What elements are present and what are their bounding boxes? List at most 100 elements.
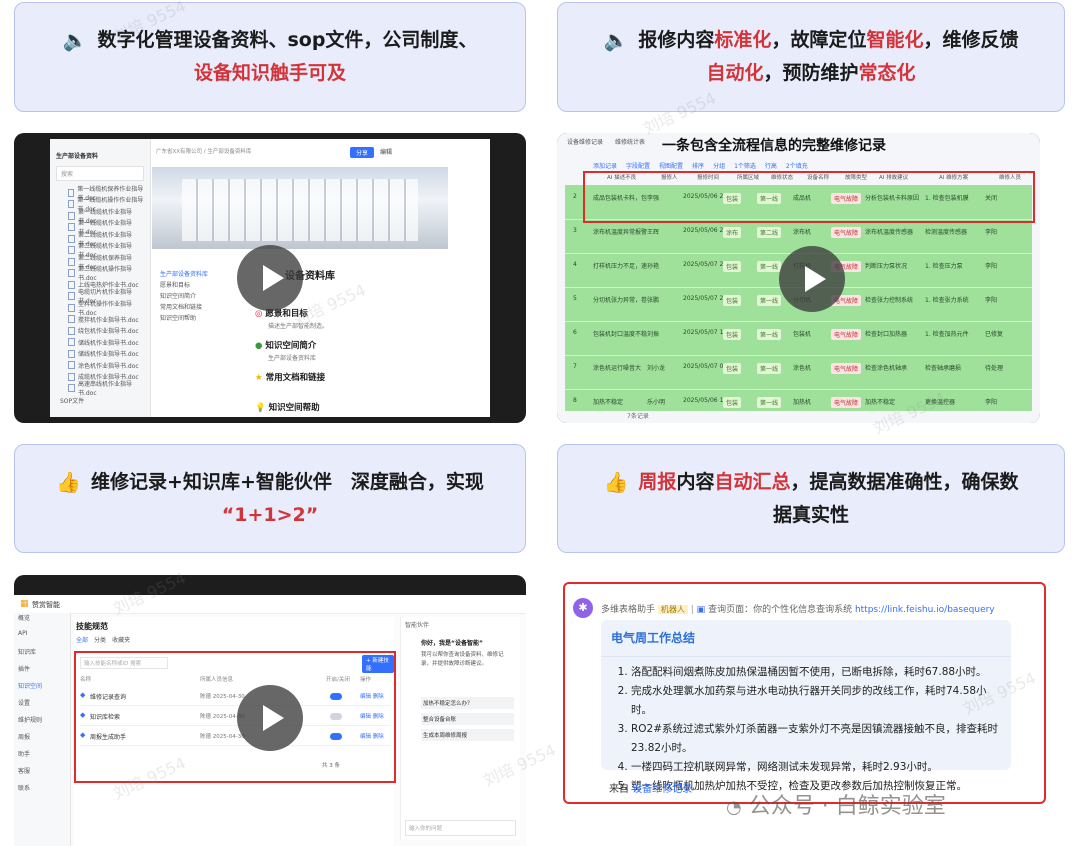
skill-actions[interactable]: 编辑 删除	[360, 712, 384, 720]
toolbar-item[interactable]: 2个填充	[786, 163, 808, 170]
file-item[interactable]: 塑料机操作作业指导书.doc	[68, 301, 150, 317]
sidebar-item[interactable]: 助手	[14, 749, 70, 766]
table-toolbar[interactable]: 添加记录 字段配置 视图配置 排序 分组 1个筛选 行高 2个填充	[593, 161, 817, 170]
toolbar-item[interactable]: 字段配置	[626, 163, 650, 170]
skill-icon: ◆	[80, 731, 86, 739]
skill-toggle[interactable]	[330, 693, 342, 700]
play-button[interactable]	[237, 685, 303, 751]
table-cell: 3	[573, 227, 577, 234]
report-source: 来自 设备维修记录	[609, 784, 693, 795]
view-tabs[interactable]: 设备维修记录 维修统计表	[567, 137, 645, 146]
file-item[interactable]: 绕包机作业指导书.doc	[68, 325, 150, 337]
space-title: 生产部设备资料	[56, 153, 99, 160]
table-cell: 第一线	[757, 261, 782, 272]
knowledge-base-video[interactable]: 生产部设备资料 搜索 第一线缆机保养作业指导书.doc 第一线缆机操作作业指导书.…	[14, 133, 526, 423]
table-cell: 2	[573, 193, 577, 200]
file-item[interactable]: 高速串线机作业指导书.doc	[68, 381, 150, 397]
wechat-icon: ◔	[726, 797, 742, 818]
table-cell: 涂布机	[793, 229, 812, 236]
skill-actions[interactable]: 编辑 删除	[360, 732, 384, 740]
toc-item[interactable]: 常用文档和链接	[160, 302, 240, 313]
table-cell: 检查封口加热器	[865, 331, 908, 338]
skill-toggle[interactable]	[330, 713, 342, 720]
sidebar-item[interactable]: 概览	[14, 613, 70, 630]
toolbar-item[interactable]: 添加记录	[593, 163, 617, 170]
toolbar-item[interactable]: 1个筛选	[734, 163, 756, 170]
file-item[interactable]: 搅拌机作业指导书.doc	[68, 314, 150, 326]
file-item[interactable]: 第二线缆机操作指导书.doc	[68, 266, 150, 282]
table-cell: 乐小明	[647, 399, 666, 406]
toolbar-item[interactable]: 视图配置	[659, 163, 683, 170]
play-button[interactable]	[237, 245, 303, 311]
table-cell: 1. 检查张力系统	[925, 297, 969, 304]
highlight-box	[583, 171, 1035, 223]
table-cell: 包装	[723, 295, 742, 306]
pagination[interactable]: 共 3 条	[322, 761, 340, 769]
table-row[interactable]: 6包装机封口温度不稳定刘振2025/05/07 15:04包装第一线包装机电气故…	[565, 321, 1032, 356]
toc-item[interactable]: 生产部设备资料库	[160, 269, 240, 280]
feature-card-document-management: 🔈 数字化管理设备资料、sop文件，公司制度、 设备知识触手可及	[14, 2, 526, 112]
toolbar-item[interactable]: 行高	[765, 163, 777, 170]
chat-suggestion[interactable]: 加热不稳定怎么办？	[421, 697, 514, 709]
smart-agent-video[interactable]: ▦ 赞赏智能 概览 API 知识库 插件 知识空间 设置 维护规则 周报 助手 客服 联系 技能规范…	[14, 575, 526, 846]
skill-toggle[interactable]	[330, 733, 342, 740]
file-item[interactable]: 涂色机作业指导书.doc	[68, 360, 150, 372]
sidebar-item[interactable]: 插件	[14, 664, 70, 681]
chat-suggestion[interactable]: 生成本周维修周报	[421, 729, 514, 741]
skill-search-input[interactable]: 输入技能名称或ID 搜索	[80, 657, 168, 669]
chat-input[interactable]: 输入你的问题	[405, 820, 516, 836]
skill-actions[interactable]: 编辑 删除	[360, 692, 384, 700]
query-link[interactable]: https://link.feishu.io/basequery	[855, 605, 995, 615]
skill-tabs[interactable]: 全部 分类 收藏夹	[74, 632, 394, 647]
table-cell: 第一线	[757, 295, 782, 306]
toolbar-item[interactable]: 排序	[692, 163, 704, 170]
toc-item[interactable]: 知识空间帮助	[160, 313, 240, 324]
sidebar-item[interactable]: 客服	[14, 766, 70, 783]
table-cell: 包装机	[793, 331, 812, 338]
report-item: 一楼四码工控机联网异常，网络测试未发现异常，耗时2.93小时。	[631, 758, 1003, 777]
table-cell: 涂色机	[793, 365, 812, 372]
chat-suggestion[interactable]: 整合设备台账	[421, 713, 514, 725]
sidebar-item[interactable]: API	[14, 630, 70, 647]
share-button[interactable]: 分享	[350, 147, 375, 158]
new-skill-button[interactable]: + 新建技能	[362, 655, 394, 673]
report-title: 电气周工作总结	[601, 620, 1011, 657]
table-cell: 6	[573, 329, 577, 336]
cover-image	[152, 167, 448, 249]
sidebar-item[interactable]: 周报	[14, 732, 70, 749]
table-cell: 加热不稳定	[593, 399, 624, 406]
skill-name: 维修记录查询	[90, 694, 127, 701]
repair-record-video[interactable]: 设备维修记录 维修统计表 一条包含全流程信息的完整维修记录 添加记录 字段配置 视图…	[557, 133, 1040, 423]
toolbar-item[interactable]: 分组	[713, 163, 725, 170]
skill-row[interactable]: ◆ 周报生成助手 陈德 2025-04-30 编辑 删除	[80, 729, 390, 746]
table-cell: 包装	[723, 363, 742, 374]
folder-sop[interactable]: SOP文件	[60, 396, 150, 405]
play-button[interactable]	[779, 246, 845, 312]
sidebar-item[interactable]: 知识库	[14, 647, 70, 664]
file-item[interactable]: 储线机作业指导书.doc	[68, 337, 150, 349]
search-input[interactable]: 搜索	[56, 166, 144, 181]
toc-item[interactable]: 愿景和目标	[160, 280, 240, 291]
sidebar-item[interactable]: 维护规则	[14, 715, 70, 732]
toc-item[interactable]: 知识空间简介	[160, 291, 240, 302]
sidebar-item[interactable]: 知识空间	[14, 681, 70, 698]
sidebar-item[interactable]: 设置	[14, 698, 70, 715]
edit-button[interactable]: 编辑	[380, 147, 392, 156]
table-cell: 包装机封口温度不稳定	[593, 331, 647, 338]
table-cell: 王辉	[647, 229, 660, 236]
table-cell: 判断压力泵状况	[865, 263, 908, 270]
report-list: 洛配配料间烟煮陈皮加热保温桶因暂不使用，已断电拆除，耗时67.88小时。完成水处…	[601, 663, 1011, 796]
table-row[interactable]: 7 涂色机运行噪音大 刘小龙 2025/05/07 03:01 包装 第一线 涂色机 电气故障…	[565, 355, 1032, 390]
table-cell: 8	[573, 397, 577, 404]
table-cell: 打样机压力不足，速度慢	[593, 263, 647, 270]
table-cell: 包装	[723, 329, 742, 340]
source-link[interactable]: 设备维修记录	[632, 784, 692, 795]
skill-row[interactable]: ◆ 知识库检索 陈德 2025-04-30 编辑 删除	[80, 709, 390, 726]
file-item[interactable]: 储线机作业指导书.doc	[68, 348, 150, 360]
skill-row[interactable]: ◆ 维修记录查询 陈德 2025-04-30 编辑 删除	[80, 689, 390, 706]
section-intro: ● 知识空间简介	[255, 341, 317, 351]
speaker-icon: 🔈	[603, 28, 629, 52]
sidebar-item[interactable]: 联系	[14, 783, 70, 800]
skill-name: 周报生成助手	[90, 734, 127, 741]
report-item: RO2#系统过滤式紫外灯杀菌器一支紫外灯不亮是因镇流器接触不良，排查耗时23.8…	[631, 720, 1003, 758]
